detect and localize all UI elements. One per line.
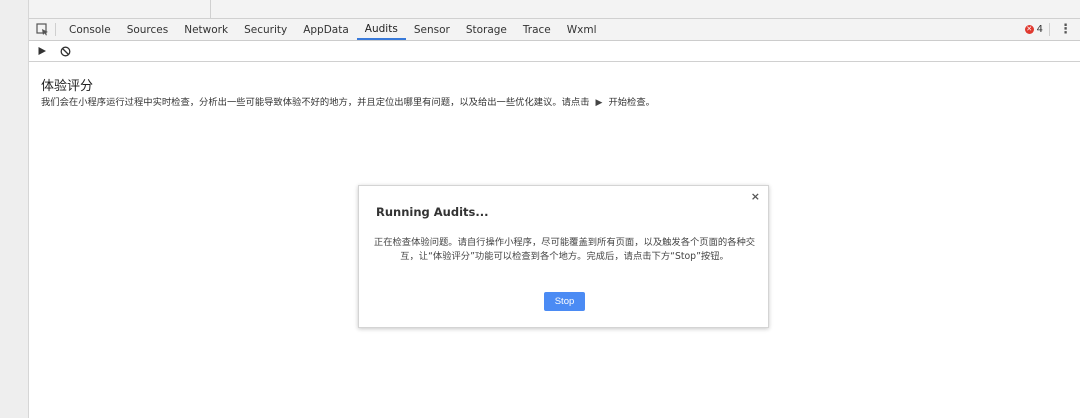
tab-appdata[interactable]: AppData	[295, 19, 357, 40]
tab-wxml[interactable]: Wxml	[559, 19, 605, 40]
toolbar-separator	[1049, 23, 1050, 36]
kebab-menu-icon[interactable]: ⋮	[1059, 23, 1072, 36]
dialog-title: Running Audits...	[376, 205, 489, 219]
clear-button[interactable]	[59, 45, 71, 57]
description-text: 我们会在小程序运行过程中实时检查，分析出一些可能导致体验不好的地方，并且定位出哪…	[41, 97, 590, 108]
run-button[interactable]	[36, 45, 48, 57]
top-strip	[29, 0, 1080, 19]
error-icon: ✕	[1024, 25, 1034, 34]
running-audits-dialog: × Running Audits... 正在检查体验问题。请自行操作小程序，尽可…	[358, 185, 769, 328]
tab-sensor[interactable]: Sensor	[406, 19, 458, 40]
error-count: 4	[1036, 24, 1043, 35]
stop-button[interactable]: Stop	[544, 292, 585, 311]
audits-subbar	[29, 41, 1080, 62]
tab-network[interactable]: Network	[176, 19, 236, 40]
tab-audits[interactable]: Audits	[356, 19, 406, 40]
devtools-toolbar: Console Sources Network Security AppData Audi…	[29, 19, 1080, 41]
close-icon[interactable]: ×	[751, 190, 760, 203]
play-icon: ▶	[595, 98, 603, 108]
toolbar-right: ✕ 4 ⋮	[1024, 19, 1080, 40]
tab-console[interactable]: Console	[61, 19, 119, 40]
inspect-button[interactable]	[29, 19, 55, 40]
description-text-end: 开始检查。	[608, 97, 655, 108]
toolbar-separator	[55, 23, 56, 36]
tab-sources[interactable]: Sources	[119, 19, 177, 40]
error-counter[interactable]: ✕ 4	[1024, 24, 1043, 35]
page-title: 体验评分	[41, 79, 94, 94]
left-side-panel	[0, 0, 29, 418]
panel-tabs: Console Sources Network Security AppData Audi…	[61, 19, 605, 40]
inspect-element-icon	[35, 23, 48, 36]
play-icon	[38, 47, 46, 55]
top-divider[interactable]	[210, 0, 211, 18]
tab-storage[interactable]: Storage	[458, 19, 515, 40]
block-icon	[60, 46, 70, 56]
dialog-message: 正在检查体验问题。请自行操作小程序，尽可能覆盖到所有页面，以及触发各个页面的各种…	[373, 237, 756, 262]
page-description: 我们会在小程序运行过程中实时检查，分析出一些可能导致体验不好的地方，并且定位出哪…	[41, 94, 655, 108]
tab-trace[interactable]: Trace	[515, 19, 559, 40]
tab-security[interactable]: Security	[236, 19, 295, 40]
